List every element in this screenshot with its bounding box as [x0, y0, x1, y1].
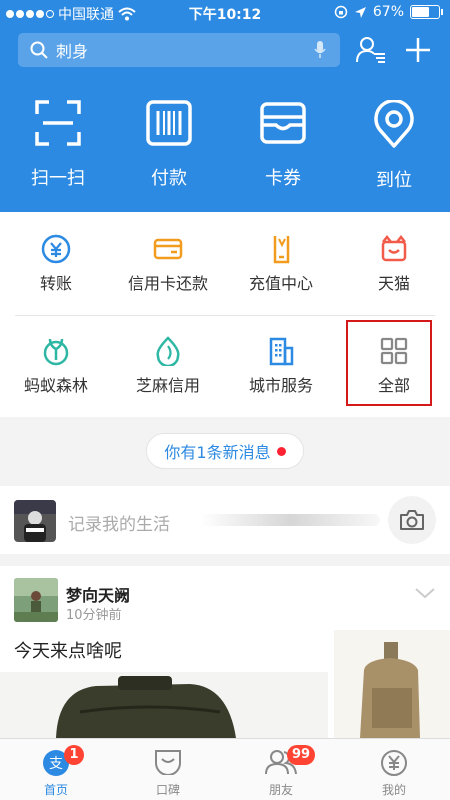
service-recharge[interactable]: 充值中心	[225, 234, 337, 294]
wallet-yuan-icon	[381, 750, 407, 776]
tab-friends[interactable]: 99 朋友	[225, 739, 337, 800]
search-icon	[30, 41, 48, 59]
home-badge: 1	[64, 745, 84, 765]
new-message-pill[interactable]: 你有1条新消息	[146, 433, 304, 469]
post-text: 今天来点啥呢	[14, 641, 122, 662]
service-label: 芝麻信用	[135, 376, 200, 395]
tab-bar: 支 1 首页 口碑 99 朋友 我的	[0, 738, 450, 800]
service-credit-card[interactable]: 信用卡还款	[112, 234, 224, 294]
tab-me[interactable]: 我的	[338, 739, 450, 800]
card-wallet-icon	[260, 102, 306, 144]
tab-label: 首页	[43, 783, 68, 797]
record-placeholder: 记录我的生活	[68, 515, 170, 535]
rotation-lock-icon	[334, 5, 348, 19]
service-label: 城市服务	[248, 376, 313, 395]
quick-action-label: 卡券	[265, 168, 301, 189]
quick-action-label: 付款	[151, 168, 187, 189]
location-arrow-icon	[354, 6, 366, 18]
building-icon	[269, 337, 294, 366]
contacts-icon[interactable]	[356, 36, 386, 64]
status-bar: 中国联通 下午10:12 67%	[0, 0, 450, 26]
record-life-bar[interactable]: 记录我的生活	[0, 486, 450, 554]
battery-percent: 67%	[372, 4, 404, 20]
service-grid: 转账 信用卡还款 充值中心 天猫 蚂蚁森林 芝麻信用 城市服务 全部	[0, 212, 450, 417]
credit-card-icon	[153, 238, 183, 260]
feed-card[interactable]: 梦向天阙 10分钟前 今天来点啥呢	[0, 566, 450, 738]
quick-action-cards[interactable]: 卡券	[228, 100, 338, 190]
service-label: 信用卡还款	[127, 274, 208, 293]
quick-action-scan[interactable]: 扫一扫	[3, 100, 113, 190]
microphone-icon[interactable]	[314, 41, 326, 59]
plus-icon[interactable]	[404, 36, 432, 64]
service-label: 蚂蚁森林	[23, 376, 88, 395]
post-author[interactable]: 梦向天阙	[66, 582, 130, 606]
friends-badge: 99	[287, 745, 316, 765]
search-input[interactable]: 刺身	[18, 33, 340, 67]
service-label: 充值中心	[248, 274, 313, 293]
battery-level	[412, 7, 429, 17]
quick-action-label: 扫一扫	[31, 168, 85, 189]
service-ant-forest[interactable]: 蚂蚁森林	[0, 336, 112, 396]
service-tmall[interactable]: 天猫	[338, 234, 450, 294]
tab-label: 我的	[381, 783, 406, 797]
chevron-down-icon[interactable]	[414, 586, 436, 600]
service-label: 天猫	[377, 274, 410, 293]
quick-action-arrive[interactable]: 到位	[339, 100, 449, 192]
post-time: 10分钟前	[66, 608, 122, 623]
status-right: 67%	[334, 4, 443, 20]
location-pin-icon	[374, 100, 414, 148]
camera-icon	[400, 510, 424, 530]
transfer-icon	[41, 234, 71, 264]
svg-text:支: 支	[49, 756, 63, 772]
tab-home[interactable]: 支 1 首页	[0, 739, 112, 800]
new-message-text: 你有1条新消息	[164, 443, 271, 462]
avatar[interactable]	[14, 500, 56, 542]
smudge-overlay	[200, 514, 380, 526]
header: 中国联通 下午10:12 67% 刺身 扫一扫 付款 卡券 到位	[0, 0, 450, 212]
tab-label: 朋友	[268, 783, 293, 797]
barcode-icon	[146, 100, 192, 146]
service-transfer[interactable]: 转账	[0, 234, 112, 294]
post-image[interactable]	[334, 630, 450, 738]
service-sesame-credit[interactable]: 芝麻信用	[112, 336, 224, 396]
tab-koubei[interactable]: 口碑	[112, 739, 224, 800]
service-city[interactable]: 城市服务	[225, 336, 337, 396]
quick-action-label: 到位	[376, 170, 412, 191]
camera-button[interactable]	[388, 496, 436, 544]
quick-action-pay[interactable]: 付款	[114, 100, 224, 190]
sprout-icon	[43, 338, 69, 366]
tab-label: 口碑	[155, 783, 180, 797]
search-placeholder: 刺身	[56, 42, 89, 61]
post-avatar[interactable]	[14, 578, 58, 622]
battery-icon	[410, 5, 443, 19]
service-label: 转账	[39, 274, 72, 293]
scan-icon	[35, 100, 81, 146]
highlight-box	[346, 320, 432, 406]
post-image[interactable]	[0, 672, 328, 738]
tmall-icon	[381, 234, 407, 262]
sesame-icon	[156, 336, 180, 366]
unread-dot	[276, 446, 286, 456]
phone-recharge-icon	[273, 236, 290, 264]
grid-divider	[15, 315, 435, 316]
koubei-icon	[155, 750, 181, 775]
